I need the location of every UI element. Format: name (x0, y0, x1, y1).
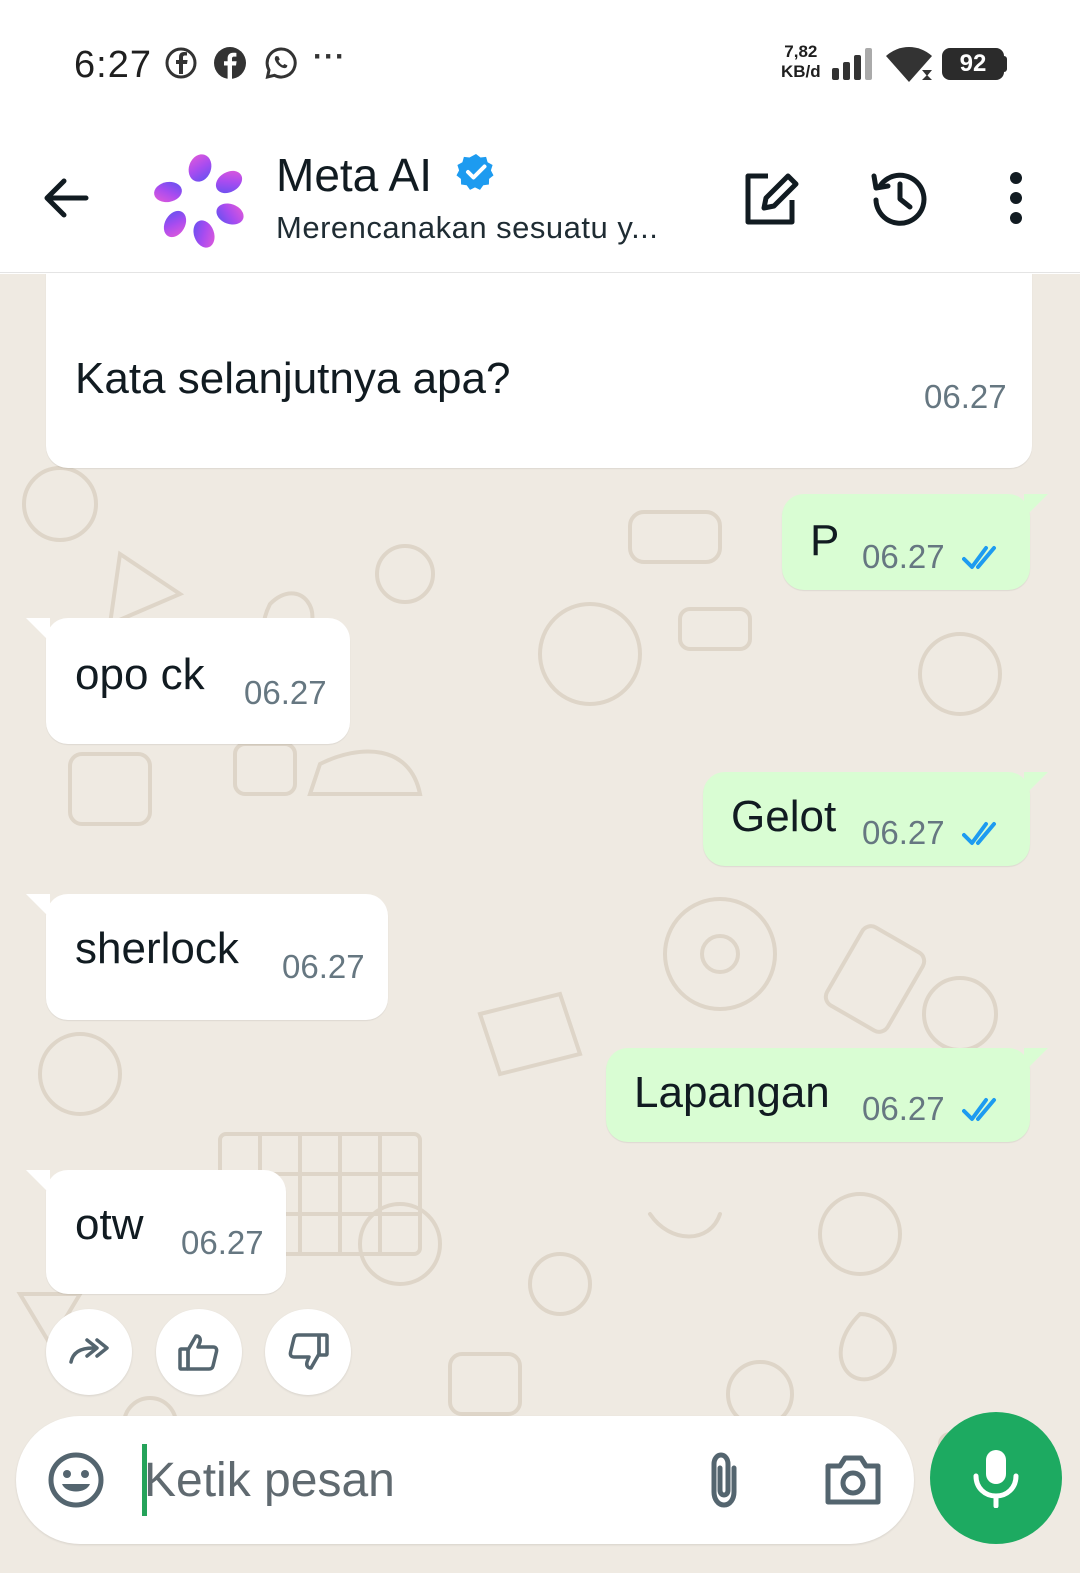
message-composer (16, 1416, 914, 1544)
back-arrow-icon[interactable] (36, 168, 96, 228)
message-text: Gelot (731, 792, 837, 841)
status-bar: 6:27 ··· 7,82 KB/d 92 (0, 0, 1080, 130)
mic-icon (973, 1450, 1019, 1508)
message-time: 06.27 (924, 378, 1007, 415)
chat-header: Meta AI Merencanakan sesuatu y... (0, 130, 1080, 273)
read-ticks-icon (962, 546, 996, 569)
network-speed-value: 7,82 (784, 42, 818, 61)
more-vert-icon[interactable] (984, 166, 1048, 230)
new-chat-edit-icon[interactable] (738, 166, 802, 230)
bubble-tail (1024, 1048, 1048, 1072)
battery-icon: 92 (942, 48, 1004, 80)
message-bubble-outgoing[interactable]: P 06.27 (782, 494, 1030, 590)
forward-button[interactable] (46, 1309, 132, 1395)
message-time: 06.27 (244, 674, 327, 711)
network-speed: 7,82 KB/d (781, 42, 821, 82)
message-bubble-incoming[interactable]: otw 06.27 (46, 1170, 286, 1294)
message-text: sherlock (75, 924, 239, 973)
emoji-icon[interactable] (46, 1450, 106, 1510)
whatsapp-icon (265, 47, 297, 80)
message-text: otw (75, 1200, 144, 1249)
message-text: opo ck (75, 650, 205, 699)
message-time: 06.27 (282, 948, 365, 985)
battery-tip (1002, 56, 1007, 72)
meta-ai-logo-icon[interactable] (150, 150, 250, 250)
message-text: P (810, 516, 840, 565)
read-ticks-icon (962, 822, 996, 845)
network-speed-unit: KB/d (781, 62, 821, 81)
message-bubble-incoming[interactable]: opo ck 06.27 (46, 618, 350, 744)
message-bubble-outgoing[interactable]: Lapangan 06.27 (606, 1048, 1030, 1142)
mic-button[interactable] (930, 1412, 1062, 1544)
signal-icon (832, 48, 872, 80)
message-text: Kata selanjutnya apa? (75, 354, 511, 403)
status-time: 6:27 (74, 44, 152, 86)
thumbs-down-button[interactable] (265, 1309, 351, 1395)
verified-badge-icon (456, 154, 494, 190)
bubble-tail (26, 1170, 50, 1194)
message-time: 06.27 (862, 538, 945, 575)
message-bubble-incoming[interactable]: sherlock 06.27 (46, 894, 388, 1020)
facebook-icon (214, 47, 246, 79)
bubble-tail (1024, 494, 1048, 518)
camera-icon[interactable] (822, 1450, 884, 1510)
bubble-tail (26, 618, 50, 642)
thumbs-down-icon (288, 1333, 329, 1370)
gesture-bar (0, 1553, 1080, 1573)
message-bubble-incoming[interactable]: Kata selanjutnya apa? 06.27 (46, 274, 1032, 468)
read-ticks-icon (962, 1098, 996, 1121)
chat-title[interactable]: Meta AI (276, 148, 432, 202)
message-time: 06.27 (181, 1224, 264, 1261)
message-time: 06.27 (862, 814, 945, 851)
thumbs-up-icon (178, 1334, 219, 1371)
message-time: 06.27 (862, 1090, 945, 1127)
chat-area[interactable]: Kata selanjutnya apa? 06.27 P 06.27 opo … (0, 274, 1080, 1573)
message-bubble-outgoing[interactable]: Gelot 06.27 (703, 772, 1030, 866)
bubble-tail (1024, 772, 1048, 796)
history-icon[interactable] (868, 166, 932, 230)
attach-icon[interactable] (694, 1450, 754, 1510)
thumbs-up-button[interactable] (156, 1309, 242, 1395)
message-input[interactable] (144, 1444, 684, 1516)
more-dots-icon: ··· (313, 40, 346, 73)
message-text: Lapangan (634, 1068, 830, 1117)
facebook-outline-icon (165, 47, 197, 79)
wifi-icon (886, 47, 932, 82)
bubble-tail (26, 894, 50, 918)
forward-icon (69, 1338, 109, 1364)
chat-subtitle: Merencanakan sesuatu y... (276, 210, 659, 245)
